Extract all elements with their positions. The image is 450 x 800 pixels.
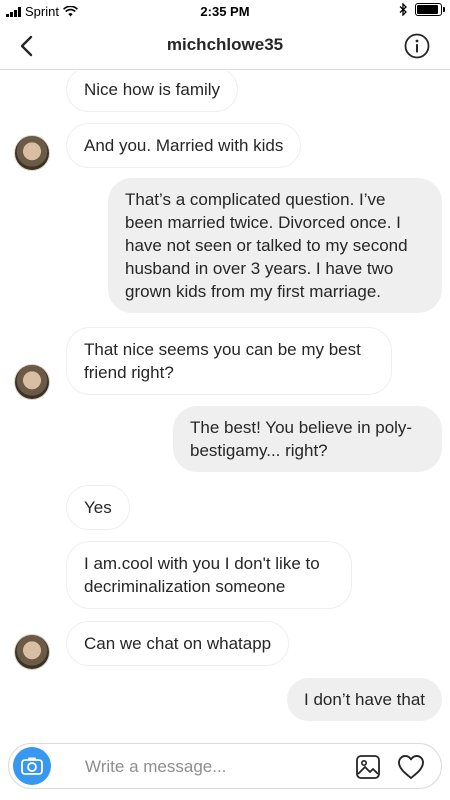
message-incoming[interactable]: I am.cool with you I don't like to decri… — [66, 541, 352, 609]
gallery-button[interactable] — [355, 754, 383, 780]
message-outgoing[interactable]: The best! You believe in poly-bestigamy.… — [173, 406, 442, 472]
message-incoming[interactable]: And you. Married with kids — [66, 123, 302, 168]
battery-icon — [415, 3, 445, 16]
status-bar: Sprint 2:35 PM — [0, 0, 450, 22]
bluetooth-icon — [399, 3, 407, 16]
message-incoming[interactable]: Can we chat on whatapp — [66, 621, 290, 666]
like-button[interactable] — [397, 754, 425, 780]
avatar[interactable] — [14, 364, 50, 400]
info-button[interactable] — [404, 33, 430, 59]
message-composer — [8, 743, 442, 789]
message-incoming[interactable]: Yes — [66, 485, 130, 530]
message-input[interactable] — [85, 755, 315, 779]
avatar[interactable] — [14, 634, 50, 670]
thread-header: michchlowe35 — [0, 22, 450, 70]
message-incoming[interactable]: That nice seems you can be my best frien… — [66, 327, 392, 395]
battery-fill — [417, 5, 438, 14]
info-icon — [404, 33, 430, 59]
status-right — [399, 3, 445, 16]
message-outgoing[interactable]: I don’t have that — [287, 678, 442, 721]
avatar[interactable] — [14, 135, 50, 171]
message-outgoing[interactable]: That’s a complicated question. I’ve been… — [108, 178, 442, 313]
image-gallery-icon — [356, 755, 380, 779]
status-time: 2:35 PM — [200, 4, 250, 19]
conversation-username[interactable]: michchlowe35 — [0, 35, 450, 55]
message-incoming[interactable]: Nice how is family — [66, 71, 239, 112]
camera-icon — [21, 757, 43, 775]
camera-button[interactable] — [13, 747, 51, 785]
message-thread[interactable]: Nice how is family And you. Married with… — [0, 71, 450, 735]
heart-icon — [398, 755, 424, 779]
